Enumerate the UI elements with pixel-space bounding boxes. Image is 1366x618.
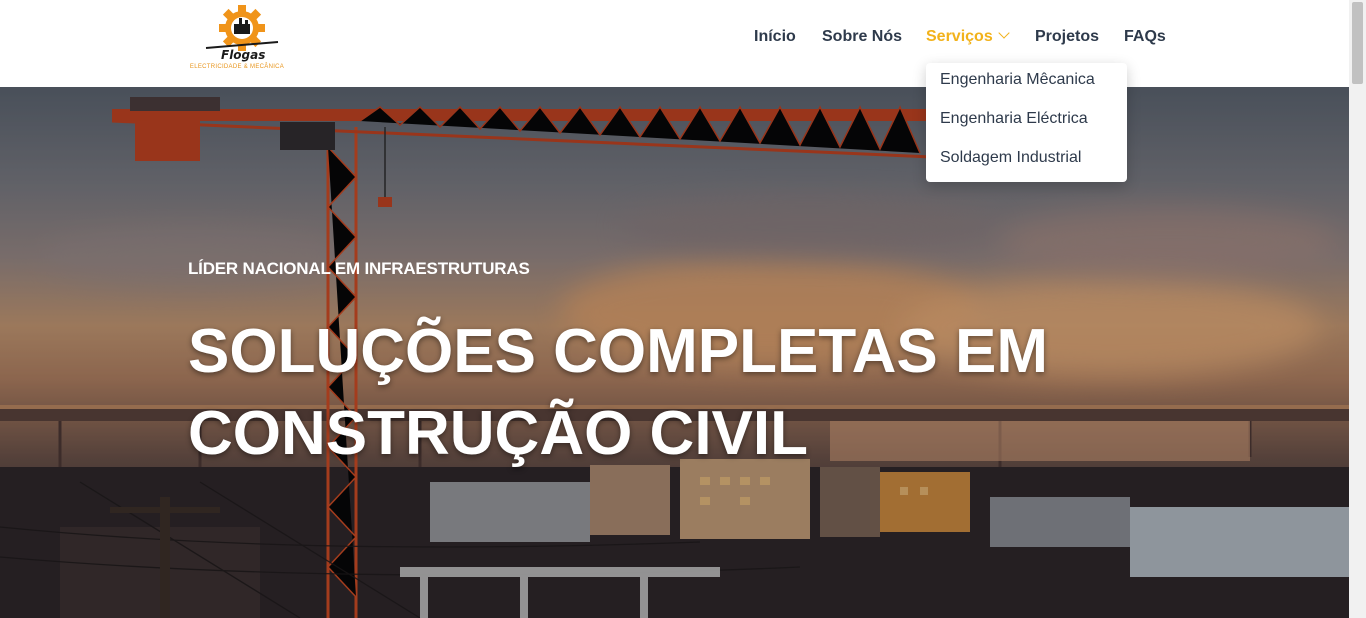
scrollbar-thumb[interactable] bbox=[1352, 2, 1363, 84]
nav-item-servicos-label: Serviços bbox=[926, 28, 993, 45]
services-dropdown: Engenharia Mêcanica Engenharia Eléctrica… bbox=[926, 63, 1127, 182]
logo-tagline: ELECTRICIDADE & MECÂNICA bbox=[189, 64, 285, 70]
dropdown-item-engenharia-mecanica[interactable]: Engenharia Mêcanica bbox=[940, 71, 1095, 89]
logo-name: Flogas bbox=[221, 48, 266, 62]
site-header: Flogas ELECTRICIDADE & MECÂNICA Início S… bbox=[0, 0, 1349, 87]
nav-item-faqs[interactable]: FAQs bbox=[1124, 26, 1166, 48]
page-scrollbar[interactable] bbox=[1349, 0, 1366, 618]
nav-item-projetos[interactable]: Projetos bbox=[1035, 26, 1099, 48]
hero-title-line-1: SOLUÇÕES COMPLETAS EM bbox=[188, 317, 1049, 386]
hero-kicker: LÍDER NACIONAL EM INFRAESTRUTURAS bbox=[188, 259, 530, 278]
dropdown-item-engenharia-electrica[interactable]: Engenharia Eléctrica bbox=[940, 110, 1088, 128]
chevron-down-icon bbox=[998, 27, 1010, 39]
nav-item-servicos[interactable]: Serviços bbox=[926, 26, 1010, 48]
site-logo[interactable]: Flogas ELECTRICIDADE & MECÂNICA bbox=[186, 4, 288, 72]
hero-title-line-2: CONSTRUÇÃO CIVIL bbox=[188, 399, 808, 468]
hero-title: SOLUÇÕES COMPLETAS EM CONSTRUÇÃO CIVIL bbox=[188, 311, 1088, 475]
nav-item-sobre-nos[interactable]: Sobre Nós bbox=[822, 26, 902, 48]
dropdown-item-soldagem-industrial[interactable]: Soldagem Industrial bbox=[940, 149, 1081, 167]
hero-section: LÍDER NACIONAL EM INFRAESTRUTURAS SOLUÇÕ… bbox=[0, 87, 1349, 618]
nav-item-inicio[interactable]: Início bbox=[754, 26, 796, 48]
